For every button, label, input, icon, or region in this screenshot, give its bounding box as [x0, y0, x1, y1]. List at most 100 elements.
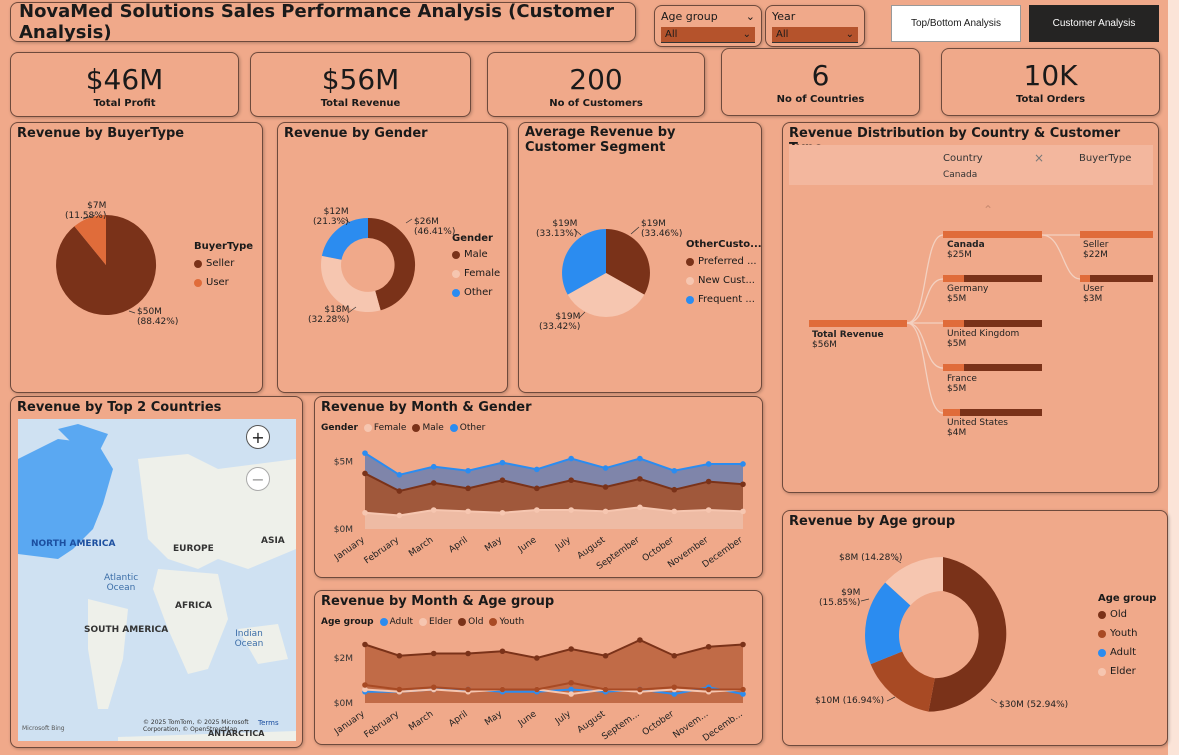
point-youth — [637, 686, 643, 693]
x-tick-label: April — [447, 709, 470, 729]
point-old — [465, 650, 471, 657]
point-male — [396, 488, 403, 494]
point-female — [465, 508, 471, 515]
topbottom-analysis-button[interactable]: Top/Bottom Analysis — [891, 5, 1021, 42]
point-youth — [602, 686, 609, 693]
legend-title: Gender — [452, 233, 493, 244]
point-male — [705, 478, 712, 485]
segment-panel: Average Revenue by Customer Segment $19M… — [518, 122, 762, 393]
legend-item-male[interactable]: Male — [452, 249, 488, 260]
point-male — [671, 486, 678, 493]
point-youth — [740, 686, 746, 693]
x-tick-label: June — [516, 709, 539, 729]
year-slicer[interactable]: Year All ⌄ — [765, 5, 865, 47]
node-total-revenue: Total Revenue $56M — [812, 330, 884, 351]
point-old — [602, 652, 609, 659]
zoom-in-button[interactable]: + — [246, 425, 270, 449]
customer-analysis-button[interactable]: Customer Analysis — [1029, 5, 1159, 42]
point-female — [671, 508, 678, 515]
x-tick-label: Septem... — [600, 709, 641, 742]
legend-item-elder[interactable]: Elder — [1098, 666, 1136, 677]
legend-item-seller[interactable]: Seller — [194, 258, 234, 269]
point-other — [740, 461, 746, 467]
x-tick-label: March — [407, 535, 435, 559]
point-youth — [430, 684, 437, 691]
kpi-value: 10K — [1023, 59, 1078, 92]
zoom-out-button[interactable]: − — [246, 467, 270, 491]
bing-logo: Microsoft Bing — [22, 725, 65, 732]
point-old — [534, 655, 540, 661]
label-youth: $10M (16.94%) — [815, 696, 885, 706]
point-female — [568, 507, 574, 513]
chevron-down-icon: ⌄ — [745, 10, 755, 23]
month-age-area-chart[interactable]: $2M $0MJanuaryFebruary March April May June Ju… — [315, 591, 764, 746]
world-map[interactable]: NORTH AMERICA EUROPE ASIA AFRICA SOUTH A… — [18, 419, 296, 741]
year-slicer-value: All — [776, 29, 789, 40]
label-elder: $8M (14.28%) — [839, 553, 903, 563]
kpi-label: Total Orders — [1015, 94, 1086, 105]
decomposition-panel: Revenue Distribution by Country & Custom… — [782, 122, 1159, 493]
point-youth — [465, 686, 471, 693]
node-country: Germany $5M — [947, 284, 989, 305]
buyertype-panel: Revenue by BuyerType $7M (11.58%) $50M (88… — [10, 122, 263, 393]
legend-item-female[interactable]: Female — [452, 268, 500, 279]
x-tick-label: October — [641, 709, 676, 738]
label-old: $30M (52.94%) — [999, 700, 1069, 710]
legend-item-user[interactable]: User — [194, 277, 229, 288]
legend-item-new[interactable]: New Cust... — [686, 275, 755, 286]
x-tick-label: January — [332, 535, 367, 564]
legend-item-youth[interactable]: Youth — [1098, 628, 1138, 639]
point-female — [499, 509, 506, 516]
point-old — [568, 646, 574, 652]
point-male — [740, 481, 746, 488]
point-other — [499, 459, 506, 466]
legend-title: OtherCusto... — [686, 239, 762, 250]
kpi-countries: 6 No of Countries — [721, 48, 920, 116]
year-slicer-label: Year — [772, 10, 796, 23]
point-youth — [396, 686, 403, 693]
label-seller: $50M (88.42%) — [137, 307, 179, 328]
month-age-panel: Revenue by Month & Age group Age group A… — [314, 590, 763, 745]
point-other — [568, 455, 574, 462]
y-tick-label: $0M — [334, 699, 353, 709]
kpi-label: No of Countries — [776, 94, 865, 105]
panel-title: Revenue by Top 2 Countries — [17, 400, 222, 415]
kpi-value: $46M — [85, 63, 164, 96]
node-country: United States $4M — [947, 418, 1008, 439]
legend-item-frequent[interactable]: Frequent ... — [686, 294, 755, 305]
point-male — [362, 470, 368, 477]
map-terms-link[interactable]: Terms — [258, 719, 279, 727]
point-old — [396, 652, 403, 659]
label-other: $12M (21.3%) — [313, 207, 349, 228]
point-other — [465, 467, 471, 474]
x-tick-label: March — [407, 709, 435, 733]
point-female — [602, 508, 609, 515]
month-gender-area-chart[interactable]: $5M $0MJanuaryFebruary March April May June Ju… — [315, 397, 764, 579]
point-old — [499, 648, 506, 655]
point-female — [637, 504, 643, 511]
point-elder — [568, 691, 574, 697]
legend-item-old[interactable]: Old — [1098, 609, 1127, 620]
bar-total-revenue — [809, 320, 907, 327]
legend-title: Age group — [1098, 593, 1157, 604]
point-other — [602, 465, 609, 471]
chevron-down-icon: ⌄ — [845, 29, 854, 40]
legend-item-adult[interactable]: Adult — [1098, 647, 1136, 658]
label-user: $7M (11.58%) — [65, 201, 107, 222]
point-other — [705, 461, 712, 467]
map-label: AFRICA — [175, 601, 212, 611]
age-group-slicer[interactable]: Age group ⌄ All ⌄ — [654, 5, 762, 47]
x-tick-label: July — [553, 535, 573, 553]
legend-item-other[interactable]: Other — [452, 287, 492, 298]
point-other — [534, 466, 540, 473]
point-youth — [362, 682, 368, 688]
point-youth — [671, 684, 678, 691]
legend-item-preferred[interactable]: Preferred ... — [686, 256, 757, 267]
map-label: Atlantic Ocean — [104, 573, 139, 593]
label-preferred: $19M (33.46%) — [641, 219, 683, 240]
label-adult: $9M (15.85%) — [819, 588, 861, 609]
kpi-value: 6 — [811, 59, 830, 92]
point-other — [430, 463, 437, 470]
legend-title: BuyerType — [194, 241, 254, 252]
kpi-label: Total Profit — [93, 98, 156, 109]
